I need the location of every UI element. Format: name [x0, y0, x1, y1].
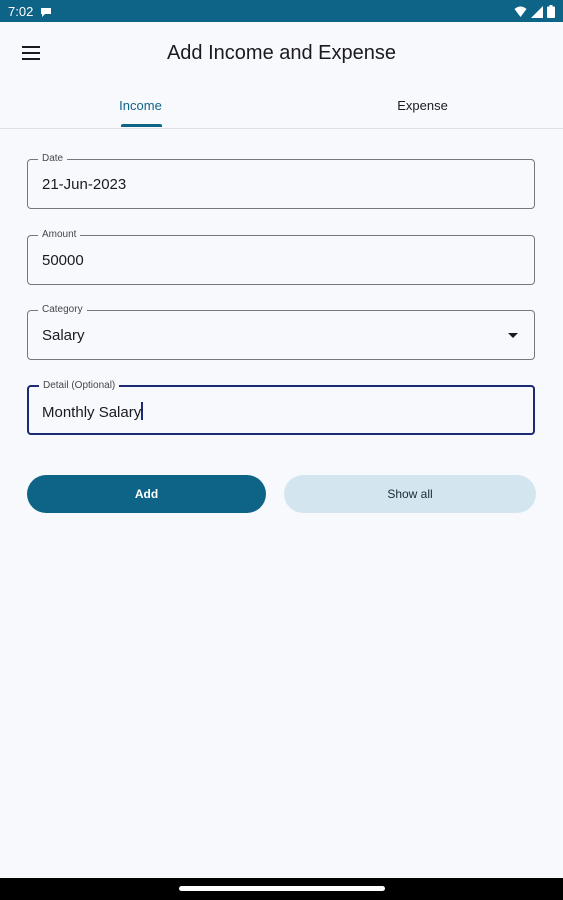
- message-icon: [40, 5, 52, 23]
- status-icons: [514, 5, 555, 23]
- status-time: 7:02: [8, 4, 34, 19]
- detail-value: Monthly Salary: [42, 404, 142, 421]
- dropdown-arrow-icon[interactable]: [508, 333, 518, 338]
- wifi-icon: [514, 5, 527, 23]
- status-bar: 7:02: [0, 0, 563, 22]
- date-value: 21-Jun-2023: [42, 176, 127, 193]
- date-field[interactable]: Date 21-Jun-2023: [27, 153, 535, 209]
- tab-indicator: [121, 124, 162, 127]
- home-handle[interactable]: [179, 886, 385, 891]
- text-caret: [141, 402, 144, 420]
- add-button[interactable]: Add: [27, 475, 266, 513]
- show-all-button[interactable]: Show all: [284, 475, 536, 513]
- app-bar: Add Income and Expense: [0, 22, 563, 84]
- detail-value-wrap: Monthly Salary: [42, 402, 144, 421]
- amount-field[interactable]: Amount 50000: [27, 229, 535, 285]
- tab-bar: Income Expense: [0, 84, 563, 129]
- battery-icon: [547, 5, 555, 23]
- tab-expense[interactable]: Expense: [282, 84, 563, 128]
- tab-income[interactable]: Income: [0, 84, 281, 128]
- amount-label: Amount: [38, 229, 81, 241]
- amount-value: 50000: [42, 252, 84, 269]
- category-value: Salary: [42, 327, 85, 344]
- date-label: Date: [38, 153, 68, 165]
- page-title: Add Income and Expense: [166, 42, 397, 64]
- detail-label: Detail (Optional): [39, 380, 120, 392]
- detail-field[interactable]: Detail (Optional) Monthly Salary: [27, 380, 535, 435]
- signal-icon: [531, 5, 543, 23]
- category-label: Category: [38, 304, 87, 316]
- category-dropdown[interactable]: Category Salary: [27, 304, 535, 360]
- navigation-bar: [0, 878, 563, 900]
